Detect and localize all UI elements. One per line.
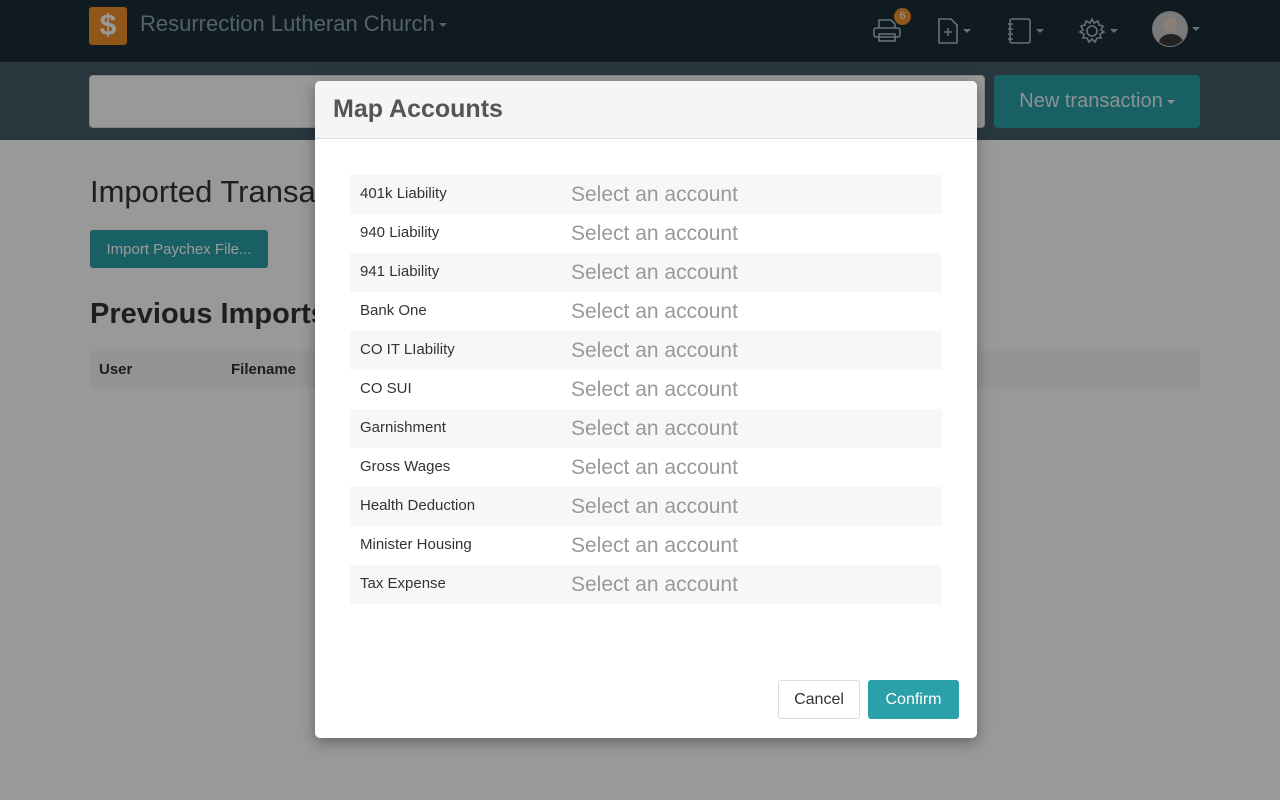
account-mapping-list: 401k Liability Select an account 940 Liab… <box>350 175 942 604</box>
source-account-label: Gross Wages <box>360 458 451 475</box>
source-account-label: CO IT LIability <box>360 341 455 358</box>
mapping-row: CO SUI Select an account <box>350 370 942 409</box>
source-account-label: Minister Housing <box>360 536 472 553</box>
mapping-row: 940 Liability Select an account <box>350 214 942 253</box>
account-select[interactable]: Select an account <box>571 378 738 402</box>
source-account-label: 401k Liability <box>360 185 447 202</box>
map-accounts-modal: Map Accounts 401k Liability Select an acc… <box>315 81 977 738</box>
confirm-button[interactable]: Confirm <box>868 680 959 719</box>
account-select[interactable]: Select an account <box>571 261 738 285</box>
mapping-row: CO IT LIability Select an account <box>350 331 942 370</box>
source-account-label: Bank One <box>360 302 427 319</box>
cancel-button[interactable]: Cancel <box>778 680 860 719</box>
source-account-label: 941 Liability <box>360 263 440 280</box>
mapping-row: Bank One Select an account <box>350 292 942 331</box>
source-account-label: Garnishment <box>360 419 446 436</box>
account-select[interactable]: Select an account <box>571 222 738 246</box>
account-select[interactable]: Select an account <box>571 417 738 441</box>
modal-title: Map Accounts <box>333 95 503 123</box>
mapping-row: Minister Housing Select an account <box>350 526 942 565</box>
source-account-label: Health Deduction <box>360 497 476 514</box>
account-select[interactable]: Select an account <box>571 339 738 363</box>
modal-header: Map Accounts <box>315 81 977 139</box>
source-account-label: Tax Expense <box>360 575 446 592</box>
account-select[interactable]: Select an account <box>571 183 738 207</box>
account-select[interactable]: Select an account <box>571 495 738 519</box>
account-select[interactable]: Select an account <box>571 534 738 558</box>
account-select[interactable]: Select an account <box>571 456 738 480</box>
account-select[interactable]: Select an account <box>571 573 738 597</box>
account-select[interactable]: Select an account <box>571 300 738 324</box>
source-account-label: 940 Liability <box>360 224 440 241</box>
mapping-row: Health Deduction Select an account <box>350 487 942 526</box>
mapping-row: Gross Wages Select an account <box>350 448 942 487</box>
mapping-row: 941 Liability Select an account <box>350 253 942 292</box>
mapping-row: Garnishment Select an account <box>350 409 942 448</box>
source-account-label: CO SUI <box>360 380 412 397</box>
mapping-row: Tax Expense Select an account <box>350 565 942 604</box>
mapping-row: 401k Liability Select an account <box>350 175 942 214</box>
